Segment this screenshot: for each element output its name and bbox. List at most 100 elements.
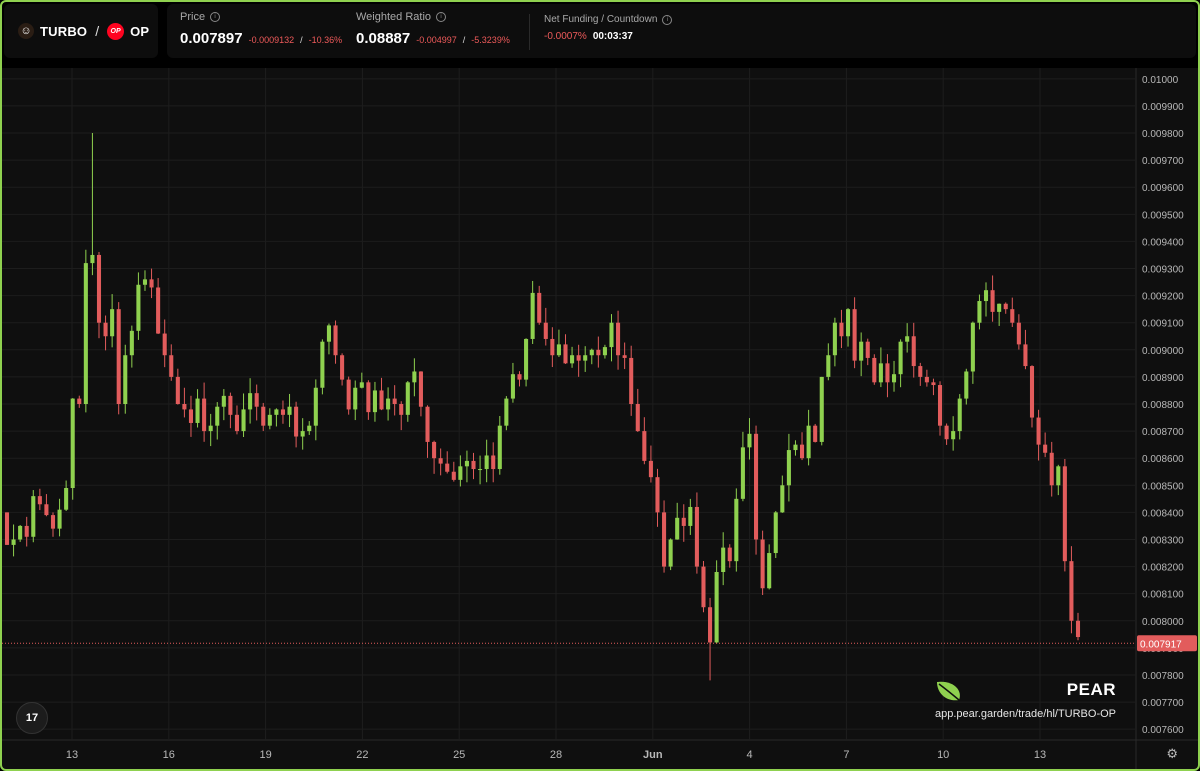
funding-value: -0.0007%	[544, 31, 587, 42]
candle	[379, 390, 384, 410]
candle	[504, 398, 509, 426]
candle	[648, 460, 653, 478]
candle	[1016, 322, 1021, 345]
candle	[83, 263, 88, 404]
info-icon[interactable]: i	[662, 14, 673, 25]
weighted-ratio-stat: Weighted Ratio i 0.08887 -0.004997 / -5.3…	[356, 11, 510, 47]
candle	[412, 371, 417, 383]
op-token-icon: OP	[107, 22, 125, 40]
candle	[550, 338, 555, 356]
candle	[845, 309, 851, 337]
candle	[694, 506, 699, 567]
candle	[202, 398, 207, 432]
candle	[37, 496, 42, 505]
turbo-avatar-icon: ☺	[18, 23, 34, 39]
candle	[149, 279, 154, 288]
candle	[819, 376, 824, 442]
info-icon[interactable]: i	[436, 12, 447, 22]
chart-canvas[interactable]: 0.01000 0.009900 0.009800 0.009700 0.009600 0…	[2, 68, 1198, 769]
price-label: Price	[180, 11, 206, 23]
candle	[1003, 303, 1008, 310]
info-icon[interactable]: i	[210, 12, 221, 22]
candle	[570, 355, 575, 364]
candle	[195, 398, 200, 423]
candle	[215, 406, 220, 426]
candle	[136, 284, 141, 331]
candle	[96, 254, 102, 323]
pair-selector[interactable]: ☺ TURBO / OP OP	[4, 4, 158, 58]
x-tick-label: 16	[163, 749, 175, 761]
y-tick-label: 0.007600	[1142, 725, 1184, 736]
candle	[898, 341, 903, 375]
candle	[4, 512, 10, 545]
candle	[839, 322, 844, 337]
y-tick-label: 0.008100	[1142, 590, 1184, 601]
candle	[464, 460, 469, 467]
candle	[241, 409, 246, 432]
candle	[609, 322, 614, 348]
candle	[688, 506, 693, 526]
weighted-ratio-change: -0.004997	[416, 35, 457, 45]
candle	[642, 431, 647, 461]
candle	[517, 374, 522, 380]
candle	[31, 496, 36, 537]
candle	[596, 349, 601, 356]
candle	[333, 325, 338, 356]
x-tick-label: 19	[259, 749, 271, 761]
candle	[156, 287, 161, 334]
y-tick-label: 0.007800	[1142, 671, 1184, 682]
candle	[18, 525, 23, 540]
candle	[859, 341, 864, 361]
gear-icon[interactable]: ⚙	[1166, 746, 1178, 762]
y-tick-label: 0.008400	[1142, 508, 1184, 519]
candle	[905, 336, 910, 342]
candle	[780, 485, 785, 513]
candlestick-chart[interactable]: 0.01000 0.009900 0.009800 0.009700 0.009600 0…	[2, 68, 1198, 769]
y-tick-label: 0.009800	[1142, 129, 1184, 140]
candle	[399, 404, 404, 415]
candle	[458, 466, 463, 480]
pair-base: TURBO	[40, 23, 88, 39]
price-change-pct: -10.36%	[308, 35, 343, 45]
candle	[451, 471, 456, 480]
candle	[1036, 417, 1041, 445]
candle	[142, 279, 148, 285]
candle	[602, 347, 607, 356]
candle	[366, 382, 371, 413]
candle	[497, 425, 502, 470]
candle	[405, 382, 410, 415]
y-tick-label: 0.009900	[1142, 102, 1184, 113]
candle	[234, 414, 240, 432]
candle	[50, 515, 56, 529]
candle	[556, 344, 561, 356]
candle	[681, 517, 686, 526]
tradingview-logo-icon[interactable]: 17	[16, 702, 48, 734]
candle	[287, 406, 292, 415]
candle	[543, 322, 548, 339]
candle	[188, 409, 194, 423]
y-tick-label: 0.009200	[1142, 292, 1184, 303]
y-tick-label: 0.008500	[1142, 481, 1184, 492]
y-tick-label: 0.007700	[1142, 698, 1184, 709]
candle	[162, 333, 167, 356]
candle	[169, 355, 174, 377]
candle	[372, 390, 377, 413]
candle	[307, 425, 312, 432]
candle	[970, 322, 975, 372]
candle	[267, 414, 272, 426]
candle	[44, 504, 49, 516]
last-price-label: 0.007917	[1140, 639, 1182, 650]
candle	[90, 254, 95, 264]
candle	[714, 572, 719, 643]
candle	[813, 425, 818, 442]
candle	[510, 374, 515, 399]
candle	[274, 409, 279, 415]
candle	[937, 385, 943, 426]
candle	[583, 355, 588, 361]
candle	[721, 547, 726, 572]
candle	[1069, 561, 1074, 621]
candle	[182, 404, 187, 410]
pair-separator: /	[95, 23, 100, 39]
candle	[438, 458, 443, 464]
candle	[832, 322, 837, 356]
